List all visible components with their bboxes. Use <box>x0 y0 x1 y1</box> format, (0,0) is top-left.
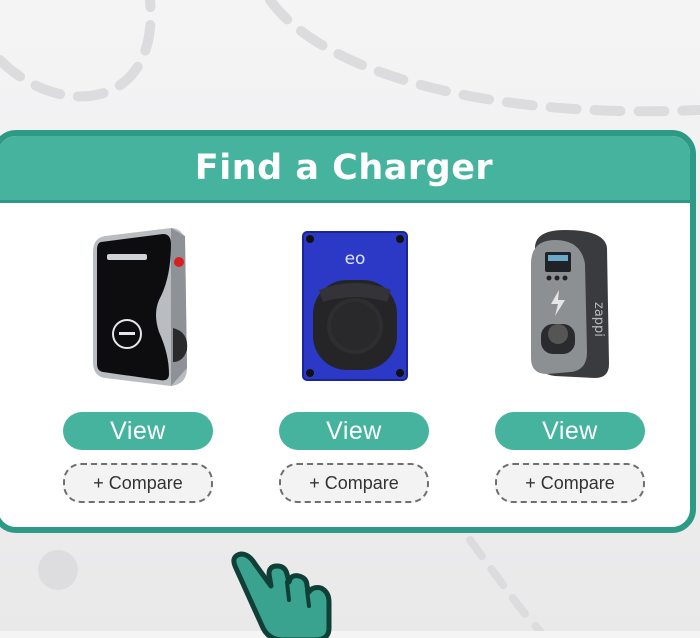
zappi-charger-image[interactable]: zappi <box>495 228 645 388</box>
compare-button[interactable]: + Compare <box>63 463 213 503</box>
view-button[interactable]: View <box>495 412 645 450</box>
panel-title: Find a Charger <box>194 148 494 188</box>
svg-text:zappi: zappi <box>591 302 606 337</box>
panel-header: Find a Charger <box>0 136 690 203</box>
eo-logo: eo <box>345 249 366 269</box>
projectev-charger-image[interactable] <box>63 228 213 388</box>
eo-charger-image[interactable]: eo <box>279 228 429 388</box>
compare-button[interactable]: + Compare <box>279 463 429 503</box>
view-button[interactable]: View <box>63 412 213 450</box>
view-button[interactable]: View <box>279 412 429 450</box>
compare-button[interactable]: + Compare <box>495 463 645 503</box>
pointing-hand-icon <box>231 551 332 638</box>
